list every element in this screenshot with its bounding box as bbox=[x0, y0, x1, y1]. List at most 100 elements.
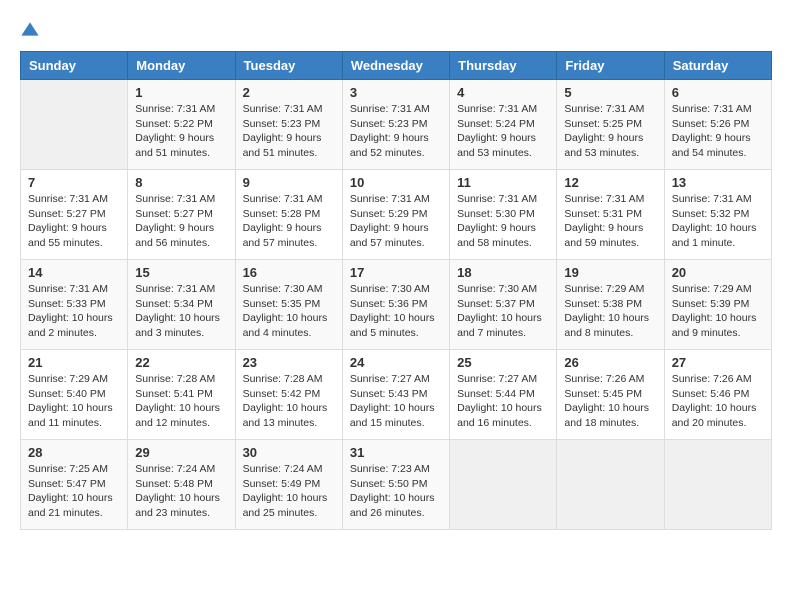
calendar-body: 1 Sunrise: 7:31 AM Sunset: 5:22 PM Daylig… bbox=[21, 80, 772, 530]
weekday-header-monday: Monday bbox=[128, 52, 235, 80]
day-info: Sunrise: 7:28 AM Sunset: 5:42 PM Dayligh… bbox=[243, 372, 335, 431]
page-header bbox=[20, 20, 772, 41]
day-info: Sunrise: 7:31 AM Sunset: 5:34 PM Dayligh… bbox=[135, 282, 227, 341]
calendar-header-row: SundayMondayTuesdayWednesdayThursdayFrid… bbox=[21, 52, 772, 80]
day-number: 5 bbox=[564, 85, 656, 100]
calendar-cell: 14Sunrise: 7:31 AM Sunset: 5:33 PM Dayli… bbox=[21, 260, 128, 350]
calendar-cell: 28Sunrise: 7:25 AM Sunset: 5:47 PM Dayli… bbox=[21, 440, 128, 530]
day-info: Sunrise: 7:30 AM Sunset: 5:35 PM Dayligh… bbox=[243, 282, 335, 341]
calendar-cell: 23 Sunrise: 7:28 AM Sunset: 5:42 PM Dayli… bbox=[235, 350, 342, 440]
day-info: Sunrise: 7:29 AM Sunset: 5:39 PM Dayligh… bbox=[672, 282, 764, 341]
calendar-cell: 30 Sunrise: 7:24 AM Sunset: 5:49 PM Dayli… bbox=[235, 440, 342, 530]
calendar-cell: 11 Sunrise: 7:31 AM Sunset: 5:30 PM Dayli… bbox=[450, 170, 557, 260]
calendar-cell: 29 Sunrise: 7:24 AM Sunset: 5:48 PM Dayli… bbox=[128, 440, 235, 530]
calendar-table: SundayMondayTuesdayWednesdayThursdayFrid… bbox=[20, 51, 772, 530]
calendar-cell: 26 Sunrise: 7:26 AM Sunset: 5:45 PM Dayli… bbox=[557, 350, 664, 440]
calendar-cell: 1 Sunrise: 7:31 AM Sunset: 5:22 PM Daylig… bbox=[128, 80, 235, 170]
day-info: Sunrise: 7:31 AM Sunset: 5:23 PM Dayligh… bbox=[243, 102, 335, 161]
day-number: 22 bbox=[135, 355, 227, 370]
calendar-cell: 6Sunrise: 7:31 AM Sunset: 5:26 PM Daylig… bbox=[664, 80, 771, 170]
day-number: 16 bbox=[243, 265, 335, 280]
day-number: 30 bbox=[243, 445, 335, 460]
day-info: Sunrise: 7:29 AM Sunset: 5:40 PM Dayligh… bbox=[28, 372, 120, 431]
calendar-cell bbox=[664, 440, 771, 530]
day-number: 26 bbox=[564, 355, 656, 370]
weekday-header-tuesday: Tuesday bbox=[235, 52, 342, 80]
calendar-week-row: 21Sunrise: 7:29 AM Sunset: 5:40 PM Dayli… bbox=[21, 350, 772, 440]
day-info: Sunrise: 7:31 AM Sunset: 5:32 PM Dayligh… bbox=[672, 192, 764, 251]
calendar-cell bbox=[21, 80, 128, 170]
weekday-header-wednesday: Wednesday bbox=[342, 52, 449, 80]
day-info: Sunrise: 7:26 AM Sunset: 5:45 PM Dayligh… bbox=[564, 372, 656, 431]
weekday-header-sunday: Sunday bbox=[21, 52, 128, 80]
day-info: Sunrise: 7:31 AM Sunset: 5:25 PM Dayligh… bbox=[564, 102, 656, 161]
day-number: 29 bbox=[135, 445, 227, 460]
calendar-cell: 18 Sunrise: 7:30 AM Sunset: 5:37 PM Dayli… bbox=[450, 260, 557, 350]
day-number: 17 bbox=[350, 265, 442, 280]
day-number: 1 bbox=[135, 85, 227, 100]
calendar-cell: 17Sunrise: 7:30 AM Sunset: 5:36 PM Dayli… bbox=[342, 260, 449, 350]
logo-icon bbox=[20, 21, 40, 41]
calendar-cell: 9Sunrise: 7:31 AM Sunset: 5:28 PM Daylig… bbox=[235, 170, 342, 260]
calendar-cell: 27 Sunrise: 7:26 AM Sunset: 5:46 PM Dayli… bbox=[664, 350, 771, 440]
day-info: Sunrise: 7:31 AM Sunset: 5:26 PM Dayligh… bbox=[672, 102, 764, 161]
day-info: Sunrise: 7:31 AM Sunset: 5:22 PM Dayligh… bbox=[135, 102, 227, 161]
day-number: 31 bbox=[350, 445, 442, 460]
day-number: 24 bbox=[350, 355, 442, 370]
day-info: Sunrise: 7:23 AM Sunset: 5:50 PM Dayligh… bbox=[350, 462, 442, 521]
day-info: Sunrise: 7:28 AM Sunset: 5:41 PM Dayligh… bbox=[135, 372, 227, 431]
day-number: 14 bbox=[28, 265, 120, 280]
day-info: Sunrise: 7:24 AM Sunset: 5:48 PM Dayligh… bbox=[135, 462, 227, 521]
day-info: Sunrise: 7:25 AM Sunset: 5:47 PM Dayligh… bbox=[28, 462, 120, 521]
day-number: 13 bbox=[672, 175, 764, 190]
day-number: 20 bbox=[672, 265, 764, 280]
calendar-cell: 7Sunrise: 7:31 AM Sunset: 5:27 PM Daylig… bbox=[21, 170, 128, 260]
weekday-header-thursday: Thursday bbox=[450, 52, 557, 80]
calendar-cell: 2 Sunrise: 7:31 AM Sunset: 5:23 PM Daylig… bbox=[235, 80, 342, 170]
day-info: Sunrise: 7:31 AM Sunset: 5:30 PM Dayligh… bbox=[457, 192, 549, 251]
calendar-cell bbox=[557, 440, 664, 530]
day-info: Sunrise: 7:31 AM Sunset: 5:23 PM Dayligh… bbox=[350, 102, 442, 161]
day-info: Sunrise: 7:30 AM Sunset: 5:37 PM Dayligh… bbox=[457, 282, 549, 341]
weekday-header-friday: Friday bbox=[557, 52, 664, 80]
day-number: 27 bbox=[672, 355, 764, 370]
calendar-cell: 25 Sunrise: 7:27 AM Sunset: 5:44 PM Dayli… bbox=[450, 350, 557, 440]
weekday-header-saturday: Saturday bbox=[664, 52, 771, 80]
calendar-cell: 19 Sunrise: 7:29 AM Sunset: 5:38 PM Dayli… bbox=[557, 260, 664, 350]
day-number: 8 bbox=[135, 175, 227, 190]
calendar-cell: 21Sunrise: 7:29 AM Sunset: 5:40 PM Dayli… bbox=[21, 350, 128, 440]
day-number: 23 bbox=[243, 355, 335, 370]
day-info: Sunrise: 7:26 AM Sunset: 5:46 PM Dayligh… bbox=[672, 372, 764, 431]
day-number: 4 bbox=[457, 85, 549, 100]
calendar-cell: 10Sunrise: 7:31 AM Sunset: 5:29 PM Dayli… bbox=[342, 170, 449, 260]
calendar-week-row: 7 Sunrise: 7:31 AM Sunset: 5:27 PM Daylig… bbox=[21, 170, 772, 260]
calendar-cell: 3Sunrise: 7:31 AM Sunset: 5:23 PM Daylig… bbox=[342, 80, 449, 170]
day-number: 11 bbox=[457, 175, 549, 190]
day-number: 10 bbox=[350, 175, 442, 190]
calendar-cell: 22 Sunrise: 7:28 AM Sunset: 5:41 PM Dayli… bbox=[128, 350, 235, 440]
day-info: Sunrise: 7:29 AM Sunset: 5:38 PM Dayligh… bbox=[564, 282, 656, 341]
calendar-cell: 31 Sunrise: 7:23 AM Sunset: 5:50 PM Dayli… bbox=[342, 440, 449, 530]
day-number: 12 bbox=[564, 175, 656, 190]
day-number: 2 bbox=[243, 85, 335, 100]
calendar-cell: 5 Sunrise: 7:31 AM Sunset: 5:25 PM Daylig… bbox=[557, 80, 664, 170]
calendar-week-row: 14Sunrise: 7:31 AM Sunset: 5:33 PM Dayli… bbox=[21, 260, 772, 350]
calendar-cell: 20 Sunrise: 7:29 AM Sunset: 5:39 PM Dayli… bbox=[664, 260, 771, 350]
day-info: Sunrise: 7:24 AM Sunset: 5:49 PM Dayligh… bbox=[243, 462, 335, 521]
logo bbox=[20, 20, 44, 41]
calendar-cell: 12Sunrise: 7:31 AM Sunset: 5:31 PM Dayli… bbox=[557, 170, 664, 260]
day-number: 19 bbox=[564, 265, 656, 280]
day-info: Sunrise: 7:31 AM Sunset: 5:24 PM Dayligh… bbox=[457, 102, 549, 161]
day-info: Sunrise: 7:27 AM Sunset: 5:43 PM Dayligh… bbox=[350, 372, 442, 431]
calendar-cell: 24 Sunrise: 7:27 AM Sunset: 5:43 PM Dayli… bbox=[342, 350, 449, 440]
day-number: 15 bbox=[135, 265, 227, 280]
calendar-week-row: 1 Sunrise: 7:31 AM Sunset: 5:22 PM Daylig… bbox=[21, 80, 772, 170]
day-number: 7 bbox=[28, 175, 120, 190]
day-info: Sunrise: 7:31 AM Sunset: 5:27 PM Dayligh… bbox=[135, 192, 227, 251]
calendar-cell: 13 Sunrise: 7:31 AM Sunset: 5:32 PM Dayli… bbox=[664, 170, 771, 260]
calendar-cell: 16 Sunrise: 7:30 AM Sunset: 5:35 PM Dayli… bbox=[235, 260, 342, 350]
day-number: 18 bbox=[457, 265, 549, 280]
day-number: 25 bbox=[457, 355, 549, 370]
day-info: Sunrise: 7:31 AM Sunset: 5:28 PM Dayligh… bbox=[243, 192, 335, 251]
day-info: Sunrise: 7:27 AM Sunset: 5:44 PM Dayligh… bbox=[457, 372, 549, 431]
